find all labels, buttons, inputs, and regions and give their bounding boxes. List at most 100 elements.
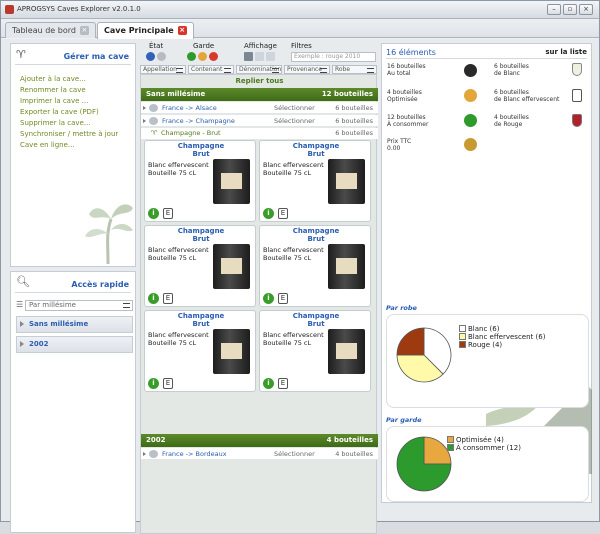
close-window-button[interactable]: ×	[579, 4, 593, 15]
minimize-button[interactable]: –	[547, 4, 561, 15]
manage-cellar-panel: ♈ Gérer ma cave Ajouter à la cave... Ren…	[10, 43, 136, 267]
close-icon[interactable]: ×	[79, 26, 89, 35]
a-consommer-icon[interactable]: i	[148, 378, 159, 389]
expand-icon[interactable]	[143, 106, 146, 110]
select-link[interactable]: Sélectionner	[274, 115, 315, 127]
action-online[interactable]: Cave en ligne...	[20, 140, 118, 151]
stat-prix: Prix TTC 0.00	[387, 138, 412, 152]
stat-total: 16 bouteilles Au total	[387, 63, 426, 77]
green-filter-icon[interactable]	[187, 52, 196, 61]
effervescent-icon[interactable]: E	[278, 293, 288, 304]
table-row[interactable]: France -> Alsace Sélectionner 6 bouteill…	[141, 102, 378, 114]
effervescent-icon[interactable]: E	[163, 293, 173, 304]
region-icon	[149, 450, 158, 458]
row-label: France -> Alsace	[162, 104, 217, 112]
legend-label: À consommer (12)	[456, 444, 521, 452]
card-subtitle: Brut	[192, 150, 210, 158]
select-link[interactable]: Sélectionner	[274, 102, 315, 114]
close-icon[interactable]: ×	[177, 26, 187, 35]
robe-pie	[396, 327, 452, 383]
orange-filter-icon[interactable]	[198, 52, 207, 61]
affichage-label: Affichage	[244, 42, 277, 50]
card-size: Bouteille 75 cL	[263, 169, 312, 177]
group-header-sans-millesime[interactable]: Sans millésime 12 bouteilles	[141, 88, 378, 101]
legend-swatch	[447, 444, 454, 451]
action-rename[interactable]: Renommer la cave	[20, 85, 118, 96]
bottle-card[interactable]: Champagne Brut Blanc effervescent Bouteille…	[259, 310, 371, 392]
a-consommer-icon[interactable]: i	[148, 208, 159, 219]
maximize-button[interactable]: ▫	[563, 4, 577, 15]
garde-legend: Optimisée (4) À consommer (12)	[447, 436, 521, 452]
bottle-card[interactable]: Champagne Brut Blanc effervescent Bouteille…	[144, 140, 256, 222]
action-add[interactable]: Ajouter à la cave...	[20, 74, 118, 85]
legend-swatch	[459, 341, 466, 348]
a-consommer-icon[interactable]: i	[148, 293, 159, 304]
select-contenant[interactable]: Contenant	[188, 65, 234, 74]
group-header-2002[interactable]: 2002 4 bouteilles	[141, 434, 378, 447]
window-title: APROGSYS Caves Explorer v2.0.1.0	[17, 5, 141, 13]
bottle-card[interactable]: Champagne Brut Blanc effervescent Bouteille…	[259, 140, 371, 222]
sort-select[interactable]: Par millésime	[25, 300, 133, 311]
bottle-card[interactable]: Champagne Brut Blanc effervescent Bouteille…	[144, 310, 256, 392]
collapse-all-button[interactable]: Replier tous	[141, 75, 378, 87]
optimisee-icon	[464, 89, 477, 102]
select-link[interactable]: Sélectionner	[274, 448, 315, 460]
legend-label: Rouge (4)	[468, 341, 503, 349]
select-appellation[interactable]: Appellation	[140, 65, 186, 74]
legend-entry: Blanc (6)	[459, 325, 545, 333]
select-robe[interactable]: Robe	[332, 65, 377, 74]
quick-item-2002[interactable]: 2002	[16, 336, 133, 353]
table-row[interactable]: France -> Champagne Sélectionner 6 boute…	[141, 115, 378, 127]
select-provenance[interactable]: Provenance	[284, 65, 330, 74]
view-list-icon[interactable]	[244, 52, 253, 61]
card-title: Champagne	[292, 312, 340, 320]
effervescent-icon[interactable]: E	[278, 208, 288, 219]
sub-group-row[interactable]: ♈ Champagne - Brut 6 bouteilles	[141, 128, 378, 139]
legend-swatch	[459, 333, 466, 340]
app-window: APROGSYS Caves Explorer v2.0.1.0 – ▫ × T…	[0, 0, 600, 534]
group-name: 2002	[146, 436, 166, 444]
expand-icon[interactable]	[143, 119, 146, 123]
bottle-image-icon	[328, 329, 365, 374]
select-denomination[interactable]: Dénomination	[236, 65, 282, 74]
action-sync[interactable]: Synchroniser / mettre à jour	[20, 129, 118, 140]
stat-effervescent: 6 bouteilles de Blanc effervescent	[494, 89, 560, 103]
bottle-card[interactable]: Champagne Brut Blanc effervescent Bouteille…	[259, 225, 371, 307]
view-grid-icon[interactable]	[255, 52, 264, 61]
tab-tableau-de-bord[interactable]: Tableau de bord ×	[5, 22, 96, 38]
filter-bar: État Garde Affichage Filtres Exemple : r…	[140, 41, 378, 74]
tab-cave-principale[interactable]: Cave Principale ×	[97, 22, 194, 39]
bottle-image-icon	[328, 244, 365, 289]
info-filter-icon[interactable]	[146, 52, 155, 61]
group-name: Sans millésime	[146, 90, 206, 98]
panel-title: Gérer ma cave	[63, 52, 129, 61]
summary-panel: 16 éléments sur la liste 16 bouteilles Au…	[381, 43, 592, 503]
view-cards-icon[interactable]	[266, 52, 275, 61]
expand-icon[interactable]	[143, 452, 146, 456]
grey-filter-icon[interactable]	[157, 52, 166, 61]
legend-entry: À consommer (12)	[447, 444, 521, 452]
red-filter-icon[interactable]	[209, 52, 218, 61]
tab-label: Cave Principale	[104, 26, 174, 35]
action-delete[interactable]: Supprimer la cave...	[20, 118, 118, 129]
action-print[interactable]: Imprimer la cave ...	[20, 96, 118, 107]
filter-text-input[interactable]: Exemple : rouge 2010	[291, 52, 376, 62]
effervescent-icon[interactable]: E	[163, 378, 173, 389]
action-export-pdf[interactable]: Exporter la cave (PDF)	[20, 107, 118, 118]
a-consommer-icon[interactable]: i	[263, 293, 274, 304]
card-color: Blanc effervescent	[263, 161, 324, 169]
effervescent-icon[interactable]: E	[278, 378, 288, 389]
card-title: Champagne	[177, 227, 225, 235]
garde-chart-title: Par garde	[386, 416, 422, 424]
divider	[386, 58, 587, 59]
a-consommer-icon[interactable]: i	[263, 378, 274, 389]
region-icon	[149, 104, 158, 112]
a-consommer-icon[interactable]: i	[263, 208, 274, 219]
table-row[interactable]: France -> Bordeaux Sélectionner 4 boutei…	[141, 448, 378, 460]
filtres-label: Filtres	[291, 42, 312, 50]
effervescent-icon[interactable]: E	[163, 208, 173, 219]
quick-item-sans-millesime[interactable]: Sans millésime	[16, 316, 133, 333]
row-count: 6 bouteilles	[335, 117, 373, 125]
bottle-card[interactable]: Champagne Brut Blanc effervescent Bouteille…	[144, 225, 256, 307]
card-color: Blanc effervescent	[148, 331, 209, 339]
